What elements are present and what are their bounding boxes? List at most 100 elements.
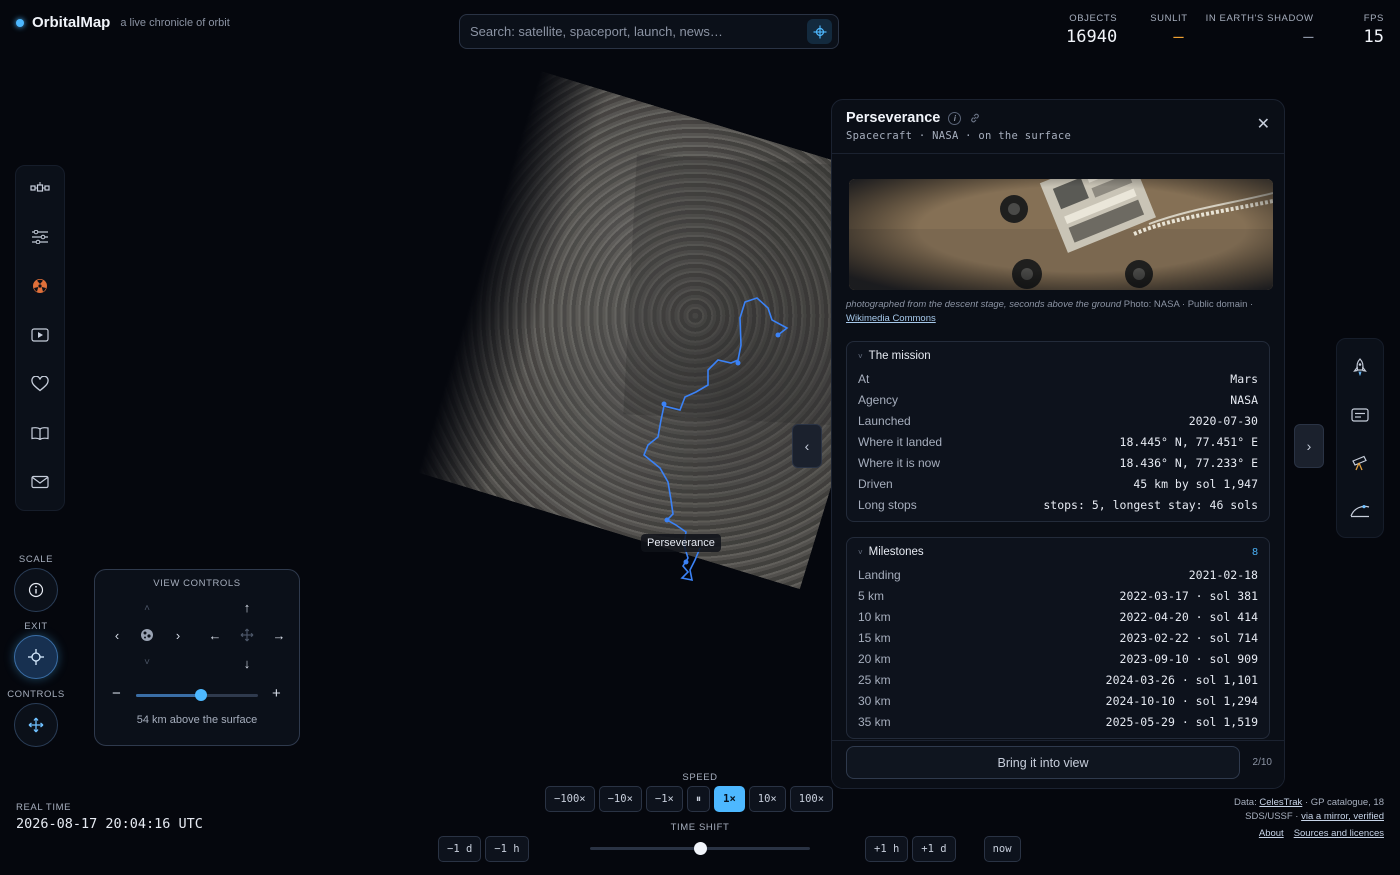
move-icon <box>28 717 44 733</box>
rail-hazards-button[interactable] <box>27 274 53 298</box>
photo-credit: Photo: NASA · Public domain · <box>1121 299 1254 310</box>
speed-button[interactable]: 1× <box>714 786 745 812</box>
zoom-slider[interactable] <box>136 689 258 701</box>
stat-sunlit: SUNLIT – <box>1150 13 1187 47</box>
speed-button[interactable]: −10× <box>598 786 642 812</box>
exit-label: EXIT <box>24 621 48 632</box>
detail-row-key: 35 km <box>858 714 891 729</box>
exit-button[interactable] <box>14 635 58 679</box>
rail-orbits-button[interactable] <box>1347 499 1373 523</box>
rotate-right-button[interactable]: › <box>169 626 187 644</box>
link-icon[interactable] <box>969 112 981 124</box>
rocket-icon <box>1353 358 1367 376</box>
map-marker-label[interactable]: Perseverance <box>641 534 721 552</box>
book-icon <box>31 427 49 440</box>
sources-link[interactable]: Sources and licences <box>1294 828 1384 839</box>
rail-favorites-button[interactable] <box>27 372 53 396</box>
detail-row: Where it is now 18.436° N, 77.233° E <box>858 452 1258 473</box>
photo-caption-text: photographed from the descent stage, sec… <box>846 299 1122 310</box>
rail-filters-button[interactable] <box>27 225 53 249</box>
card-icon <box>1351 408 1369 422</box>
timeshift-label: TIME SHIFT <box>670 822 730 833</box>
detail-row-value: 2023-09-10 · sol 909 <box>1119 651 1258 666</box>
detail-row: 30 km 2024-10-10 · sol 1,294 <box>858 690 1258 711</box>
detail-row-key: 15 km <box>858 630 891 645</box>
timeshift-back-button[interactable]: −1 h <box>485 836 529 862</box>
chevron-right-icon: › <box>1306 438 1312 454</box>
speed-button[interactable]: 100× <box>789 786 834 812</box>
pan-down-button[interactable]: ↓ <box>238 654 256 672</box>
detail-row-value: NASA <box>1230 392 1258 407</box>
close-icon[interactable]: ✕ <box>1257 114 1270 134</box>
controls-button[interactable] <box>14 703 58 747</box>
scale-button[interactable] <box>14 568 58 612</box>
speed-button[interactable]: ⏸ <box>686 786 711 812</box>
zoom-slider-knob[interactable] <box>194 689 207 701</box>
brand-logo-dot <box>16 18 24 27</box>
pan-left-button[interactable]: ← <box>206 626 224 644</box>
rail-contact-button[interactable] <box>27 470 53 494</box>
detail-panel-body[interactable]: photographed from the descent stage, sec… <box>832 155 1284 742</box>
crosshair-icon <box>28 649 44 665</box>
detail-panel-header: Perseverance i Spacecraft · NASA · on th… <box>832 100 1284 154</box>
wikimedia-link[interactable]: Wikimedia Commons <box>846 313 936 324</box>
speed-button[interactable]: −1× <box>645 786 683 812</box>
timeshift-slider-knob[interactable] <box>694 842 707 855</box>
tilt-up-button[interactable]: ˄ <box>138 599 156 617</box>
heart-icon <box>31 376 49 392</box>
detail-row: Long stops stops: 5, longest stay: 46 sol… <box>858 494 1258 515</box>
search-input[interactable] <box>470 24 807 39</box>
rover-photo-image <box>849 179 1273 290</box>
pan-right-button[interactable]: → <box>270 626 288 644</box>
photo-caption: photographed from the descent stage, sec… <box>846 298 1270 326</box>
globe-reset-button[interactable] <box>138 626 156 644</box>
stat-label: IN EARTH'S SHADOW <box>1205 13 1314 24</box>
zoom-in-button[interactable]: + <box>272 685 281 702</box>
milestones-card-header[interactable]: ˅ Milestones 8 <box>858 546 1258 558</box>
detail-row: Launched 2020-07-30 <box>858 410 1258 431</box>
controls-label: CONTROLS <box>7 689 65 700</box>
rail-cards-button[interactable] <box>1347 403 1373 427</box>
detail-row-key: 10 km <box>858 609 891 624</box>
pan-center-button[interactable] <box>238 626 256 644</box>
zoom-out-button[interactable]: − <box>112 685 121 702</box>
about-link[interactable]: About <box>1259 828 1284 839</box>
route-waypoint <box>775 332 781 338</box>
brand[interactable]: OrbitalMap a live chronicle of orbit <box>16 14 230 31</box>
mission-card-header[interactable]: ˅ The mission <box>858 350 1258 362</box>
tilt-down-button[interactable]: ˅ <box>138 653 156 671</box>
timeshift-forward-button[interactable]: +1 d <box>912 836 956 862</box>
rail-satellites-button[interactable] <box>27 176 53 200</box>
speed-button[interactable]: 10× <box>748 786 786 812</box>
celestrak-link[interactable]: CelesTrak <box>1259 797 1302 808</box>
timeshift-slider[interactable] <box>590 842 810 855</box>
detail-row-key: Where it landed <box>858 434 943 449</box>
timeshift-back-button[interactable]: −1 d <box>438 836 482 862</box>
rail-launches-button[interactable] <box>1347 355 1373 379</box>
telescope-icon <box>1352 455 1367 471</box>
detail-row-value: 18.445° N, 77.451° E <box>1119 434 1258 449</box>
map-prev-button[interactable]: ‹ <box>792 424 822 468</box>
mirror-link[interactable]: via a mirror, verified <box>1301 811 1384 822</box>
timeshift-forward-controls: +1 h +1 d now <box>865 836 1021 862</box>
speed-button[interactable]: −100× <box>545 786 595 812</box>
rail-observe-button[interactable] <box>1347 451 1373 475</box>
search-locate-button[interactable] <box>807 19 832 44</box>
pan-up-button[interactable]: ↑ <box>238 598 256 616</box>
detail-row: 5 km 2022-03-17 · sol 381 <box>858 585 1258 606</box>
timeshift-forward-button[interactable]: +1 h <box>865 836 909 862</box>
rotate-left-button[interactable]: ‹ <box>108 626 126 644</box>
rail-video-button[interactable] <box>27 323 53 347</box>
rover-photo[interactable] <box>849 179 1273 290</box>
chevron-down-icon: ˅ <box>144 656 150 668</box>
rail-library-button[interactable] <box>27 421 53 445</box>
footer-links: About Sources and licences <box>1259 828 1384 839</box>
view-controls-panel: VIEW CONTROLS ˄ ‹ › ˅ ↑ ← → ↓ − + 54 km … <box>94 569 300 746</box>
map-next-button[interactable]: › <box>1294 424 1324 468</box>
timeshift-forward-button[interactable]: now <box>983 836 1021 862</box>
detail-row-key: At <box>858 371 870 386</box>
route-waypoint <box>683 559 689 565</box>
info-icon <box>28 582 44 598</box>
detail-row-key: Agency <box>858 392 899 407</box>
info-icon[interactable]: i <box>948 111 962 125</box>
